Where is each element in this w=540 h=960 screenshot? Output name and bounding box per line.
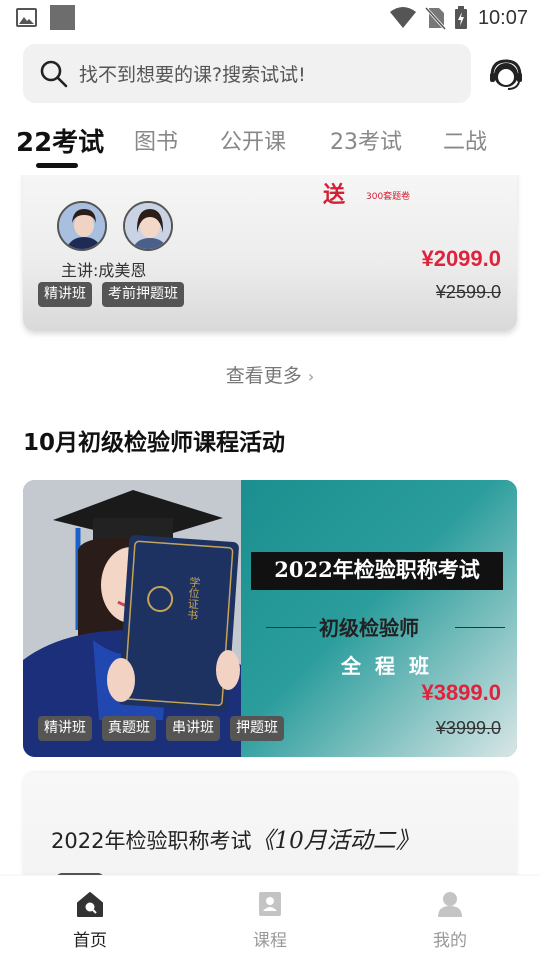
status-bar: 10:07: [0, 0, 540, 36]
divider: [266, 627, 316, 628]
activity-title-prefix: 2022年检验职称考试: [51, 829, 252, 853]
nav-profile[interactable]: 我的: [390, 890, 510, 951]
card-label-tab: [56, 873, 104, 875]
course-price: ¥2099.0: [421, 246, 501, 271]
nav-home[interactable]: 首页: [30, 890, 150, 951]
banner-price: ¥3899.0: [421, 680, 501, 705]
nav-courses[interactable]: 课程: [210, 890, 330, 951]
tab-23-exam[interactable]: 23考试: [330, 124, 402, 156]
course-tag: 精讲班: [38, 282, 92, 307]
battery-charging-icon: [454, 6, 467, 29]
banner-subtitle-2: 全程班: [341, 654, 443, 678]
category-tabs: 22考试 图书 公开课 23考试 二战: [0, 118, 540, 174]
course-tag: 精讲班: [38, 716, 92, 741]
tab-indicator: [36, 163, 78, 168]
course-original-price: ¥2599.0: [435, 282, 501, 302]
home-icon: [76, 890, 104, 918]
teacher-name: 主讲:成美恩: [61, 261, 147, 280]
chevron-right-icon: ›: [307, 367, 315, 386]
search-icon: [39, 59, 69, 89]
no-sim-icon: [424, 6, 446, 30]
nav-label: 课程: [253, 931, 287, 951]
tab-open-courses[interactable]: 公开课: [220, 124, 286, 156]
banner-subtitle: 初级检验师: [319, 616, 419, 640]
tab-second-attempt[interactable]: 二战: [443, 124, 487, 156]
wifi-icon: [389, 7, 416, 28]
promo-banner[interactable]: 学位证书 2022年检验职称考试 初级检验师 全程班 ¥3899.0 ¥3999…: [23, 480, 517, 757]
activity-card[interactable]: 2022年检验职称考试《10月活动二》: [23, 773, 517, 875]
activity-title-hand: 《10月活动二》: [251, 828, 419, 854]
scroll-content[interactable]: 主讲:成美恩 送 300套题卷 ¥2099.0 ¥2599.0 精讲班 考前押题…: [0, 175, 540, 875]
profile-icon: [436, 890, 464, 918]
course-card[interactable]: 主讲:成美恩 送 300套题卷 ¥2099.0 ¥2599.0 精讲班 考前押题…: [23, 175, 517, 331]
section-title: 10月初级检验师课程活动: [23, 430, 286, 456]
gallery-notification-icon: [16, 8, 37, 27]
app-notification-icon: [50, 5, 75, 30]
teacher-avatar: [57, 201, 107, 251]
customer-service-icon[interactable]: [487, 56, 525, 94]
course-icon: [256, 890, 284, 918]
search-bar[interactable]: 找不到想要的课?搜索试试!: [23, 44, 471, 103]
teacher-avatar: [123, 201, 173, 251]
tab-22-exam[interactable]: 22考试: [16, 122, 104, 159]
tab-books[interactable]: 图书: [134, 124, 178, 156]
banner-headline: 2022年检验职称考试: [274, 557, 480, 582]
search-placeholder: 找不到想要的课?搜索试试!: [79, 64, 306, 86]
course-tag: 押题班: [230, 716, 284, 741]
course-tag: 串讲班: [166, 716, 220, 741]
activity-card-title: 2022年检验职称考试《10月活动二》: [51, 821, 419, 855]
course-tag: 考前押题班: [102, 282, 184, 307]
nav-label: 首页: [73, 931, 107, 951]
course-tag: 真题班: [102, 716, 156, 741]
nav-label: 我的: [433, 931, 467, 951]
bottom-navigation: 首页 课程 我的: [0, 876, 540, 960]
divider: [455, 627, 505, 628]
view-more-link[interactable]: 查看更多 ›: [0, 361, 540, 388]
clock: 10:07: [477, 6, 528, 29]
promo-subtext: 300套题卷: [366, 192, 411, 202]
banner-original-price: ¥3999.0: [435, 718, 501, 738]
promo-text: 送: [323, 182, 346, 208]
view-more-label: 查看更多: [225, 365, 302, 387]
